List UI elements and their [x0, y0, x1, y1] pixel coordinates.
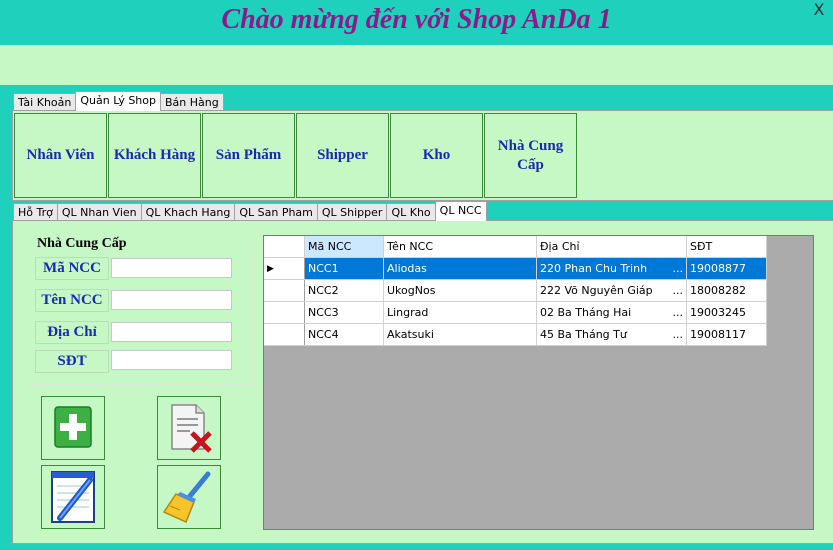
- supplier-group-title: Nhà Cung Cấp: [37, 236, 127, 251]
- row-header[interactable]: [264, 279, 305, 302]
- tab-quan-ly-shop[interactable]: Quản Lý Shop: [75, 91, 161, 111]
- row-header-corner: [264, 236, 305, 258]
- add-button[interactable]: [41, 396, 105, 460]
- tab-ql-ncc[interactable]: QL NCC: [434, 201, 487, 221]
- cell-ten-ncc[interactable]: Akatsuki: [383, 323, 537, 346]
- grid-header-row: Mã NCC Tên NCC Địa Chỉ SĐT: [264, 236, 767, 258]
- cell-ma-ncc[interactable]: NCC1: [304, 257, 384, 280]
- ellipsis: ...: [672, 328, 684, 341]
- header-band: [0, 45, 833, 85]
- ma-ncc-label: Mã NCC: [35, 257, 109, 280]
- row-header[interactable]: [264, 323, 305, 346]
- supplier-grid[interactable]: Mã NCC Tên NCC Địa Chỉ SĐT ▶ NCC1 Alioda…: [263, 235, 814, 530]
- cell-sdt[interactable]: 18008282: [686, 279, 767, 302]
- cell-dia-chi[interactable]: 222 Võ Nguyên Giáp...: [536, 279, 687, 302]
- col-header-sdt[interactable]: SĐT: [686, 236, 767, 258]
- sdt-label: SĐT: [35, 350, 109, 373]
- delete-button[interactable]: [157, 396, 221, 460]
- row-indicator[interactable]: ▶: [264, 257, 305, 280]
- kho-button[interactable]: Kho: [390, 113, 483, 198]
- ellipsis: ...: [672, 262, 684, 275]
- cell-dia-chi-text: 222 Võ Nguyên Giáp: [540, 284, 653, 297]
- cell-ten-ncc[interactable]: Lingrad: [383, 301, 537, 324]
- edit-button[interactable]: [41, 465, 105, 529]
- col-header-ma-ncc[interactable]: Mã NCC: [304, 236, 384, 258]
- col-header-ten-ncc[interactable]: Tên NCC: [383, 236, 537, 258]
- cell-ma-ncc[interactable]: NCC3: [304, 301, 384, 324]
- nha-cung-cap-button[interactable]: Nhà Cung Cấp: [484, 113, 577, 198]
- cell-dia-chi[interactable]: 45 Ba Tháng Tư...: [536, 323, 687, 346]
- dia-chi-input[interactable]: [111, 322, 232, 342]
- san-pham-button[interactable]: Sản Phẩm: [202, 113, 295, 198]
- shipper-button[interactable]: Shipper: [296, 113, 389, 198]
- window-title: Chào mừng đến với Shop AnDa 1: [221, 4, 612, 35]
- close-button[interactable]: X: [809, 2, 829, 20]
- clear-button[interactable]: [157, 465, 221, 529]
- table-row[interactable]: NCC2 UkogNos 222 Võ Nguyên Giáp... 18008…: [264, 279, 767, 302]
- management-panel: Nhân Viên Khách Hàng Sản Phẩm Shipper Kh…: [12, 110, 833, 201]
- cell-sdt[interactable]: 19003245: [686, 301, 767, 324]
- cell-sdt[interactable]: 19008877: [686, 257, 767, 280]
- ellipsis: ...: [672, 284, 684, 297]
- notepad-edit-icon: [51, 471, 95, 523]
- cell-dia-chi-text: 220 Phan Chu Trinh: [540, 262, 648, 275]
- cell-ma-ncc[interactable]: NCC2: [304, 279, 384, 302]
- dia-chi-label: Địa Chỉ: [35, 321, 109, 344]
- ma-ncc-input[interactable]: [111, 258, 232, 278]
- ten-ncc-label: Tên NCC: [35, 289, 109, 312]
- sdt-input[interactable]: [111, 350, 232, 370]
- cell-dia-chi[interactable]: 02 Ba Tháng Hai...: [536, 301, 687, 324]
- ellipsis: ...: [672, 306, 684, 319]
- cell-dia-chi[interactable]: 220 Phan Chu Trinh...: [536, 257, 687, 280]
- table-row[interactable]: NCC3 Lingrad 02 Ba Tháng Hai... 19003245: [264, 301, 767, 324]
- add-icon: [54, 406, 92, 448]
- table-row[interactable]: NCC4 Akatsuki 45 Ba Tháng Tư... 19008117: [264, 323, 767, 346]
- broom-icon: [162, 471, 211, 524]
- cell-sdt[interactable]: 19008117: [686, 323, 767, 346]
- cell-ma-ncc[interactable]: NCC4: [304, 323, 384, 346]
- delete-document-icon: [171, 404, 212, 453]
- nhan-vien-button[interactable]: Nhân Viên: [14, 113, 107, 198]
- col-header-dia-chi[interactable]: Địa Chỉ: [536, 236, 687, 258]
- supplier-table: Mã NCC Tên NCC Địa Chỉ SĐT ▶ NCC1 Alioda…: [264, 236, 767, 346]
- ql-ncc-panel: Nhà Cung Cấp Mã NCC Tên NCC Địa Chỉ SĐT: [12, 220, 833, 544]
- cell-ten-ncc[interactable]: Aliodas: [383, 257, 537, 280]
- cell-dia-chi-text: 45 Ba Tháng Tư: [540, 328, 627, 341]
- cell-dia-chi-text: 02 Ba Tháng Hai: [540, 306, 632, 319]
- cell-ten-ncc[interactable]: UkogNos: [383, 279, 537, 302]
- table-row[interactable]: ▶ NCC1 Aliodas 220 Phan Chu Trinh... 190…: [264, 257, 767, 280]
- khach-hang-button[interactable]: Khách Hàng: [108, 113, 201, 198]
- ten-ncc-input[interactable]: [111, 290, 232, 310]
- row-header[interactable]: [264, 301, 305, 324]
